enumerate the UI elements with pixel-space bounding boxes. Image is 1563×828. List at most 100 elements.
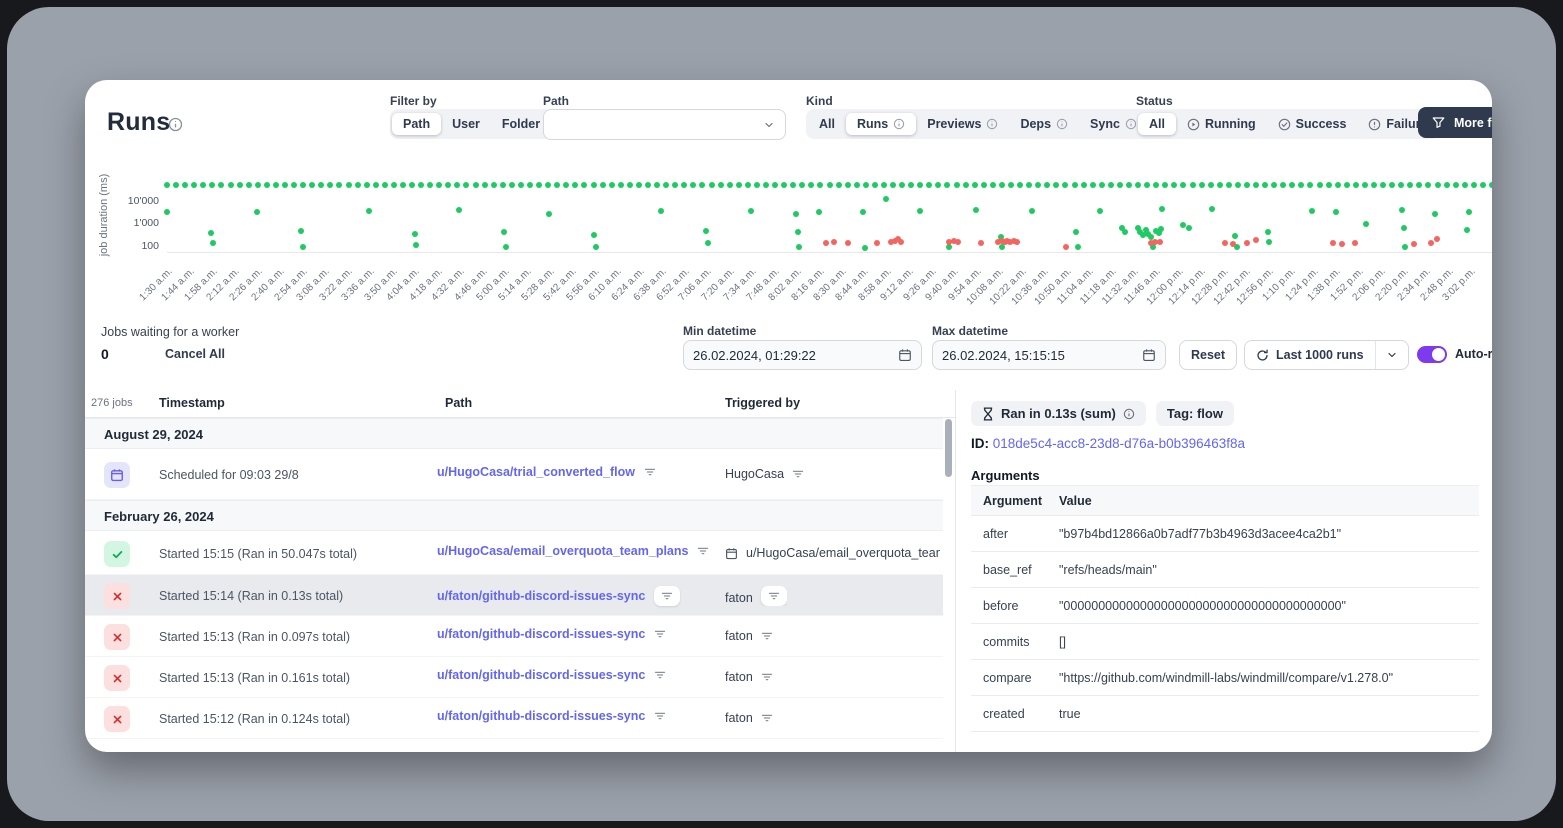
run-dot[interactable] <box>327 182 333 188</box>
run-dot[interactable] <box>593 244 599 250</box>
filter-icon[interactable] <box>761 671 773 683</box>
run-dot[interactable] <box>546 211 552 217</box>
run-dot[interactable] <box>1309 208 1315 214</box>
run-dot[interactable] <box>191 182 197 188</box>
run-dot[interactable] <box>1335 182 1341 188</box>
run-dot[interactable] <box>373 182 379 188</box>
run-dot[interactable] <box>908 182 914 188</box>
run-dot[interactable] <box>1289 182 1295 188</box>
run-dot[interactable] <box>817 182 823 188</box>
run-dot[interactable] <box>482 182 488 188</box>
run-dot[interactable] <box>1425 182 1431 188</box>
run-dot[interactable] <box>736 182 742 188</box>
run-dot[interactable] <box>1158 226 1164 232</box>
run-dot[interactable] <box>1466 209 1472 215</box>
run-dot[interactable] <box>1226 182 1232 188</box>
run-dot[interactable] <box>1090 182 1096 188</box>
run-dot[interactable] <box>935 182 941 188</box>
run-dot[interactable] <box>854 182 860 188</box>
run-dot[interactable] <box>963 182 969 188</box>
run-dot[interactable] <box>509 182 515 188</box>
run-dot[interactable] <box>518 182 524 188</box>
run-dot[interactable] <box>273 182 279 188</box>
run-dot[interactable] <box>1126 182 1132 188</box>
run-dot[interactable] <box>456 207 462 213</box>
run-dot[interactable] <box>898 239 904 245</box>
run-dot[interactable] <box>1444 182 1450 188</box>
run-dot[interactable] <box>881 182 887 188</box>
run-dot[interactable] <box>218 182 224 188</box>
run-dot[interactable] <box>400 182 406 188</box>
run-dot[interactable] <box>862 245 868 251</box>
run-dot[interactable] <box>1271 182 1277 188</box>
run-dot[interactable] <box>1035 182 1041 188</box>
run-dot[interactable] <box>364 182 370 188</box>
run-dot[interactable] <box>1333 209 1339 215</box>
run-dot[interactable] <box>173 182 179 188</box>
run-dot[interactable] <box>1298 182 1304 188</box>
run-dot[interactable] <box>366 208 372 214</box>
run-dot[interactable] <box>1344 182 1350 188</box>
run-dot[interactable] <box>1407 182 1413 188</box>
run-dot[interactable] <box>1135 182 1141 188</box>
run-dot[interactable] <box>1317 182 1323 188</box>
runs-chart-plot[interactable] <box>167 177 1492 253</box>
run-dot[interactable] <box>1017 182 1023 188</box>
run-dot[interactable] <box>463 182 469 188</box>
run-dot[interactable] <box>1401 225 1407 231</box>
run-dot[interactable] <box>727 182 733 188</box>
run-dot[interactable] <box>1326 182 1332 188</box>
run-dot[interactable] <box>1265 229 1271 235</box>
run-dot[interactable] <box>454 182 460 188</box>
run-dot[interactable] <box>978 240 984 246</box>
run-dot[interactable] <box>816 209 822 215</box>
run-dot[interactable] <box>291 182 297 188</box>
run-dot[interactable] <box>1026 182 1032 188</box>
run-dot[interactable] <box>1117 182 1123 188</box>
run-dot[interactable] <box>237 182 243 188</box>
run-dot[interactable] <box>1157 239 1163 245</box>
kind-all[interactable]: All <box>808 113 846 135</box>
run-dot[interactable] <box>1398 182 1404 188</box>
run-path-link[interactable]: u/faton/github-discord-issues-sync <box>437 627 645 641</box>
run-path-link[interactable]: u/faton/github-discord-issues-sync <box>437 709 645 723</box>
run-dot[interactable] <box>899 182 905 188</box>
run-dot[interactable] <box>208 230 214 236</box>
run-dot[interactable] <box>1162 182 1168 188</box>
run-dot[interactable] <box>581 182 587 188</box>
run-dot[interactable] <box>254 209 260 215</box>
run-dot[interactable] <box>1399 207 1405 213</box>
run-dot[interactable] <box>808 182 814 188</box>
run-dot[interactable] <box>863 182 869 188</box>
run-dot[interactable] <box>999 182 1005 188</box>
run-dot[interactable] <box>1244 182 1250 188</box>
run-dot[interactable] <box>890 182 896 188</box>
run-dot[interactable] <box>1097 208 1103 214</box>
run-dot[interactable] <box>1081 182 1087 188</box>
run-dot[interactable] <box>298 228 304 234</box>
run-dot[interactable] <box>781 182 787 188</box>
run-dot[interactable] <box>845 182 851 188</box>
run-dot[interactable] <box>1144 182 1150 188</box>
filter-by-user[interactable]: User <box>441 113 491 135</box>
run-dot[interactable] <box>1453 182 1459 188</box>
kind-previews[interactable]: Previews <box>916 113 1009 135</box>
run-dot[interactable] <box>793 211 799 217</box>
run-dot[interactable] <box>1434 236 1440 242</box>
jobs-scrollbar[interactable] <box>945 416 952 748</box>
filter-icon[interactable] <box>761 712 773 724</box>
run-dot[interactable] <box>536 182 542 188</box>
run-dot[interactable] <box>412 231 418 237</box>
filter-icon[interactable] <box>644 466 656 478</box>
run-dot[interactable] <box>763 182 769 188</box>
run-dot[interactable] <box>917 208 923 214</box>
run-dot[interactable] <box>860 209 866 215</box>
run-dot[interactable] <box>609 182 615 188</box>
run-dot[interactable] <box>1411 241 1417 247</box>
filter-by-path[interactable]: Path <box>392 113 441 135</box>
run-dot[interactable] <box>413 242 419 248</box>
run-dot[interactable] <box>799 182 805 188</box>
run-dot[interactable] <box>1489 182 1492 188</box>
run-dot[interactable] <box>1244 240 1250 246</box>
run-dot[interactable] <box>309 182 315 188</box>
